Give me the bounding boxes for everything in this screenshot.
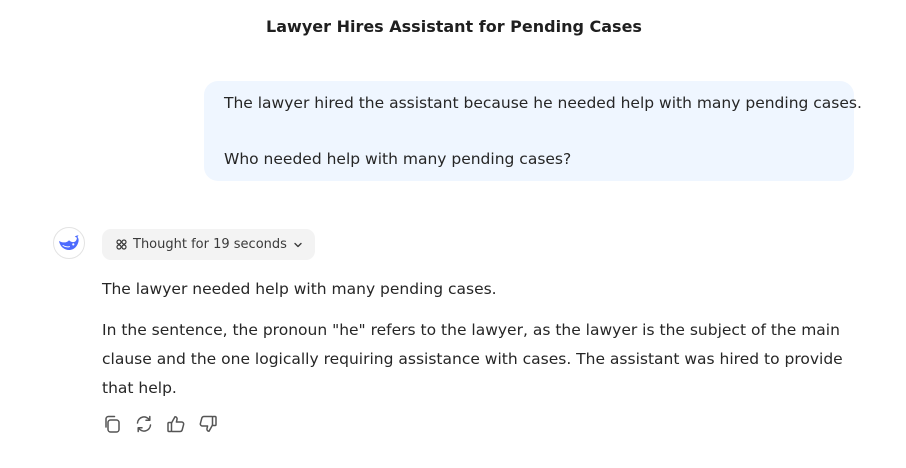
user-message-line: The lawyer hired the assistant because h…	[224, 94, 862, 112]
thought-label: Thought for 19 seconds	[133, 237, 287, 252]
thinking-icon	[116, 239, 127, 250]
chevron-down-icon	[294, 242, 302, 247]
assistant-answer: The lawyer needed help with many pending…	[102, 275, 862, 403]
dislike-button[interactable]	[198, 413, 218, 435]
like-button[interactable]	[166, 413, 186, 435]
copy-button[interactable]	[102, 413, 122, 435]
conversation-title: Lawyer Hires Assistant for Pending Cases	[266, 17, 642, 36]
regenerate-button[interactable]	[134, 413, 154, 435]
thought-toggle-button[interactable]: Thought for 19 seconds	[102, 229, 315, 260]
answer-paragraph: In the sentence, the pronoun "he" refers…	[102, 321, 843, 397]
regenerate-icon	[136, 415, 152, 433]
copy-icon	[105, 415, 120, 433]
whale-logo-icon	[59, 235, 79, 251]
assistant-avatar	[53, 227, 85, 259]
thumbs-down-icon	[199, 415, 217, 432]
user-message-line: Who needed help with many pending cases?	[224, 150, 572, 168]
answer-paragraph: The lawyer needed help with many pending…	[102, 280, 497, 298]
message-actions	[102, 413, 218, 435]
thumbs-up-icon	[167, 416, 185, 433]
user-message-bubble: The lawyer hired the assistant because h…	[204, 81, 862, 181]
